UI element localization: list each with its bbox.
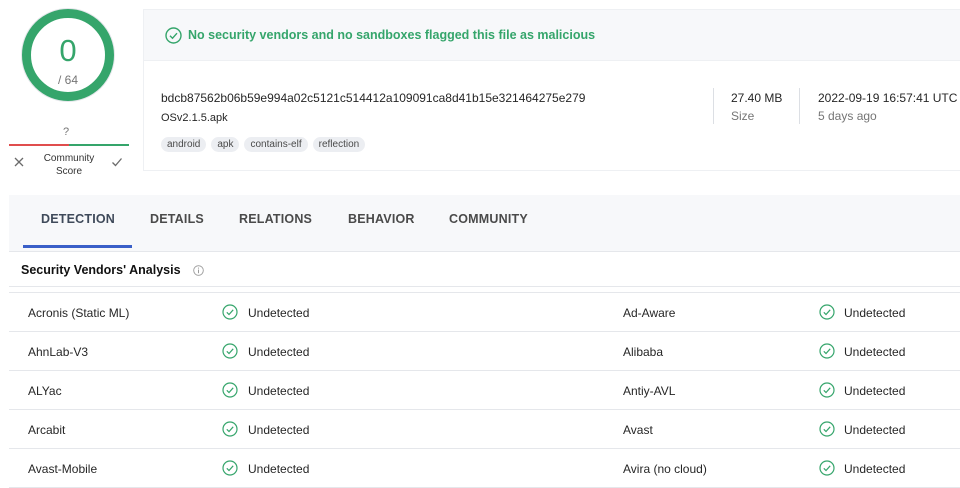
vendor-result: Undetected [248, 384, 310, 398]
table-row: Acronis (Static ML) Undetected Ad-Aware … [9, 293, 960, 332]
table-row: Arcabit Undetected Avast Undetected [9, 410, 960, 449]
scan-date-relative: 5 days ago [818, 109, 877, 123]
file-tags: android apk contains-elf reflection [161, 137, 366, 152]
info-divider [713, 88, 714, 124]
info-icon[interactable] [193, 265, 204, 276]
check-circle-icon [819, 421, 835, 437]
check-circle-icon [819, 343, 835, 359]
vendor-name: Alibaba [623, 345, 664, 359]
vendor-result: Undetected [248, 462, 310, 476]
close-icon[interactable] [13, 156, 25, 168]
section-divider [9, 286, 960, 287]
check-circle-icon [222, 460, 238, 476]
check-circle-icon [819, 460, 835, 476]
file-size-value: 27.40 MB [731, 91, 783, 105]
vendor-result: Undetected [844, 384, 906, 398]
tab-relations[interactable]: RELATIONS [239, 212, 312, 226]
tab-details[interactable]: DETAILS [150, 212, 204, 226]
check-circle-icon [222, 382, 238, 398]
status-message: No security vendors and no sandboxes fla… [188, 28, 596, 42]
check-circle-icon [222, 343, 238, 359]
vendor-name: Arcabit [28, 423, 66, 437]
detection-score-ring: 0 / 64 [22, 9, 114, 101]
file-hash[interactable]: bdcb87562b06b59e994a02c5121c514412a10909… [161, 91, 585, 105]
check-circle-icon [819, 304, 835, 320]
check-circle-icon [165, 27, 182, 44]
tag-contains-elf[interactable]: contains-elf [244, 137, 308, 152]
table-row: ALYac Undetected Antiy-AVL Undetected [9, 371, 960, 410]
community-bar-positive [69, 144, 129, 146]
vendor-name: Acronis (Static ML) [28, 306, 130, 320]
tag-android[interactable]: android [161, 137, 207, 152]
vendor-result: Undetected [248, 345, 310, 359]
table-row: Avast-Mobile Undetected Avira (no cloud)… [9, 449, 960, 488]
vendor-result: Undetected [844, 462, 906, 476]
scan-date-value: 2022-09-19 16:57:41 UTC [818, 91, 958, 105]
vendor-name: Antiy-AVL [623, 384, 676, 398]
check-circle-icon [222, 421, 238, 437]
vendor-result: Undetected [248, 306, 310, 320]
check-circle-icon [819, 382, 835, 398]
community-score-label: Community Score [43, 153, 95, 177]
active-tab-indicator [23, 245, 132, 248]
vendor-result: Undetected [844, 306, 906, 320]
file-name: OSv2.1.5.apk [161, 112, 228, 124]
check-circle-icon [222, 304, 238, 320]
tag-apk[interactable]: apk [211, 137, 240, 152]
table-row: AhnLab-V3 Undetected Alibaba Undetected [9, 332, 960, 371]
detection-total: / 64 [57, 73, 78, 87]
vendor-name: Avast-Mobile [28, 462, 98, 476]
community-score-value: ? [63, 126, 70, 138]
info-divider [799, 88, 800, 124]
vendor-result: Undetected [844, 423, 906, 437]
vendor-name: Avast [623, 423, 653, 437]
section-title: Security Vendors' Analysis [21, 263, 181, 277]
file-size-label: Size [731, 109, 755, 123]
vendor-name: Ad-Aware [623, 306, 676, 320]
tab-community[interactable]: COMMUNITY [449, 212, 528, 226]
vendor-name: ALYac [28, 384, 62, 398]
vendor-name: Avira (no cloud) [623, 462, 707, 476]
tab-behavior[interactable]: BEHAVIOR [348, 212, 415, 226]
vendors-table: Acronis (Static ML) Undetected Ad-Aware … [9, 292, 960, 488]
tab-detection[interactable]: DETECTION [41, 212, 115, 226]
vendor-result: Undetected [844, 345, 906, 359]
check-icon[interactable] [111, 156, 123, 168]
detection-count: 0 [59, 33, 77, 68]
vendor-name: AhnLab-V3 [28, 345, 89, 359]
tag-reflection[interactable]: reflection [312, 137, 366, 152]
vendor-result: Undetected [248, 423, 310, 437]
community-bar-negative [9, 144, 69, 146]
